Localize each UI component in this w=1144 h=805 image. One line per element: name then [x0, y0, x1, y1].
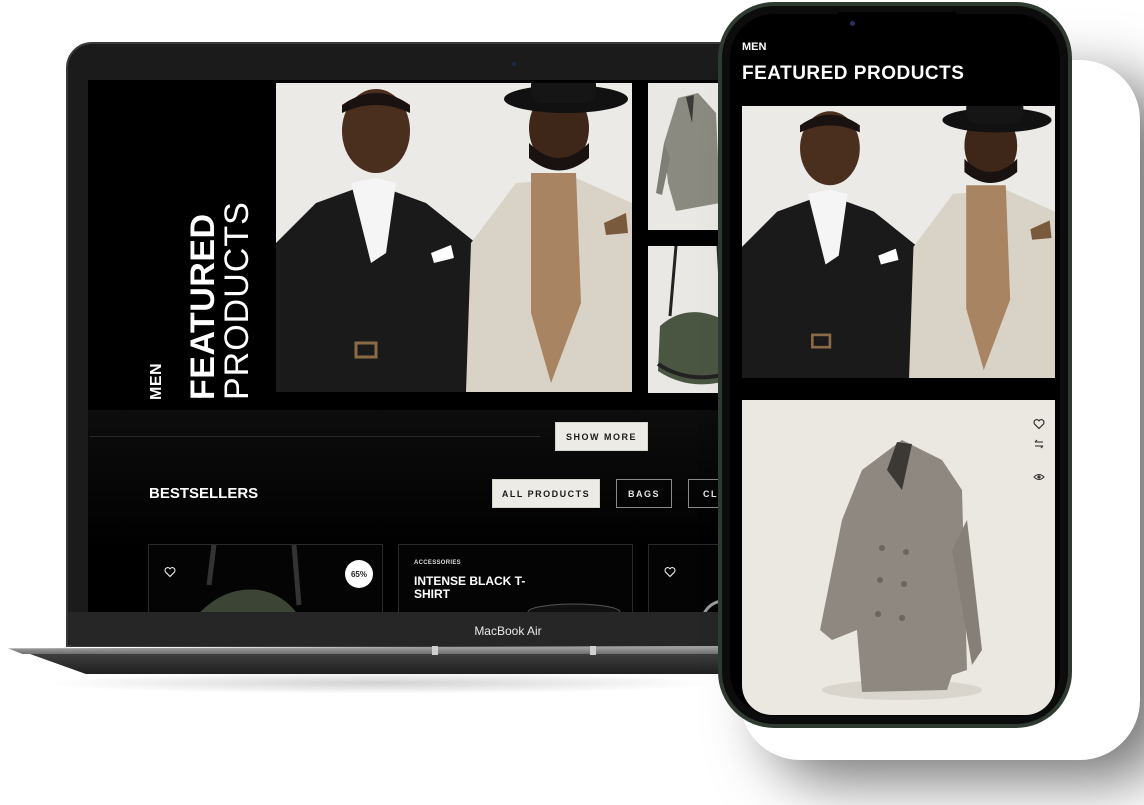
- product-card[interactable]: ACCESSORIES INTENSE BLACK T-SHIRT: [398, 544, 633, 612]
- laptop-base-bottom: [30, 654, 728, 674]
- heart-icon[interactable]: [1033, 417, 1045, 430]
- phone-notch: [838, 12, 956, 40]
- laptop-screen: MEN FEATURED PRODUCTS SHOW MORE BESTSELL…: [88, 80, 728, 612]
- bestsellers-heading: BESTSELLERS: [149, 485, 259, 502]
- laptop-shadow: [40, 672, 720, 694]
- heart-icon[interactable]: [164, 565, 176, 578]
- hero-image[interactable]: [276, 83, 632, 392]
- product-title[interactable]: INTENSE BLACK T-SHIRT: [414, 575, 554, 601]
- coat-image: [820, 440, 982, 700]
- laptop-base-top: [8, 646, 728, 654]
- hinge-left: [432, 646, 438, 655]
- phone-page-title: FEATURED PRODUCTS: [742, 63, 965, 84]
- section-divider: [90, 436, 540, 437]
- hero-category: MEN: [148, 362, 165, 400]
- phone-hero-image[interactable]: [742, 106, 1055, 378]
- hero-title-bold: FEATURED: [184, 213, 222, 400]
- bag-image: [200, 545, 302, 612]
- discount-badge: 65%: [345, 560, 373, 588]
- compare-icon[interactable]: [1033, 437, 1045, 449]
- phone-product-card[interactable]: [742, 400, 1055, 715]
- cap-image: [527, 603, 621, 612]
- filter-bags[interactable]: BAGS: [616, 479, 672, 508]
- filter-all-products[interactable]: ALL PRODUCTS: [492, 479, 600, 508]
- thumb-coat-image[interactable]: [648, 83, 728, 230]
- product-card[interactable]: [648, 544, 728, 612]
- phone-camera: [850, 21, 855, 26]
- thumb-bag-image[interactable]: [648, 246, 728, 393]
- phone-category: MEN: [742, 41, 767, 53]
- laptop-camera: [512, 62, 516, 66]
- hinge-right: [590, 646, 596, 655]
- hero-vertical-title: MEN FEATURED PRODUCTS: [148, 190, 258, 400]
- hero-title-light: PRODUCTS: [218, 201, 256, 400]
- heart-icon[interactable]: [664, 565, 676, 578]
- product-category: ACCESSORIES: [414, 560, 461, 566]
- product-card[interactable]: 65%: [148, 544, 383, 612]
- show-more-button[interactable]: SHOW MORE: [555, 422, 648, 451]
- eye-icon[interactable]: [1033, 470, 1045, 482]
